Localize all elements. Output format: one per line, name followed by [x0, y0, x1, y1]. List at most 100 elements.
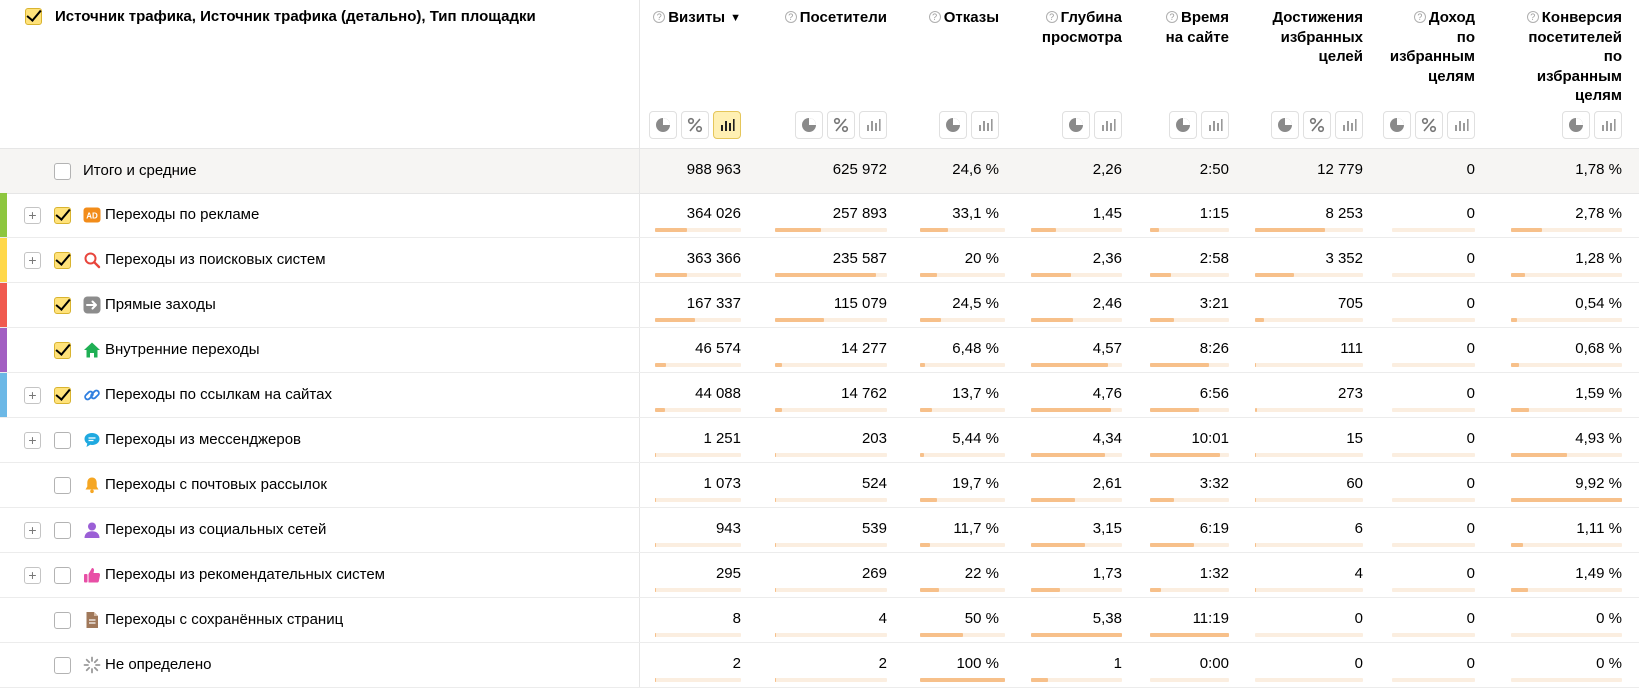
pie-view-button[interactable]: [1169, 111, 1197, 139]
row-checkbox[interactable]: [54, 297, 71, 314]
row-label[interactable]: Переходы с сохранённых страниц: [105, 611, 343, 628]
metric-title[interactable]: Достижения избранных целей: [1272, 8, 1363, 67]
help-icon[interactable]: ?: [784, 11, 797, 23]
dimension-title[interactable]: Источник трафика, Источник трафика (дета…: [55, 8, 536, 25]
row-label-cell: Внутренние переходы: [0, 328, 640, 372]
row-checkbox[interactable]: [54, 657, 71, 674]
metric-title[interactable]: ? Время на сайте: [1166, 8, 1229, 47]
metric-value: 0: [1466, 161, 1475, 178]
value-bar: [1150, 543, 1229, 547]
table-row[interactable]: + Переходы из рекомендательных систем 295 2…: [0, 553, 1639, 598]
row-checkbox[interactable]: [54, 387, 71, 404]
bar-chart-icon: [1453, 117, 1469, 133]
table-row[interactable]: Внутренние переходы 46 574 14 277 6,48 % 4,5…: [0, 328, 1639, 373]
metric-title[interactable]: ? Визиты ▼: [653, 8, 741, 29]
metric-header[interactable]: ? Время на сайте: [1135, 0, 1229, 149]
pie-view-button[interactable]: [649, 111, 677, 139]
expand-button[interactable]: +: [24, 252, 41, 269]
help-icon[interactable]: ?: [1413, 11, 1426, 23]
table-row[interactable]: Переходы с почтовых рассылок 1 073 524 19,7…: [0, 463, 1639, 508]
row-label[interactable]: Переходы из поисковых систем: [105, 251, 326, 268]
bar-view-button[interactable]: [971, 111, 999, 139]
row-label[interactable]: Переходы по ссылкам на сайтах: [105, 386, 332, 403]
row-label[interactable]: Переходы из рекомендательных систем: [105, 566, 385, 583]
expand-button[interactable]: +: [24, 387, 41, 404]
expand-button[interactable]: +: [24, 522, 41, 539]
table-row[interactable]: Переходы с сохранённых страниц 8 4 50 % 5,38…: [0, 598, 1639, 643]
bar-chart-icon: [977, 117, 993, 133]
pie-view-button[interactable]: [1271, 111, 1299, 139]
help-icon[interactable]: ?: [1045, 11, 1058, 23]
row-checkbox[interactable]: [54, 612, 71, 629]
metric-value: 9,92 %: [1575, 475, 1622, 492]
help-icon[interactable]: ?: [1526, 11, 1539, 23]
table-row[interactable]: + AD Переходы по рекламе 364 026 257 893 33,1…: [0, 193, 1639, 238]
metric-title[interactable]: ? Отказы: [928, 8, 999, 28]
row-label[interactable]: Переходы по рекламе: [105, 206, 259, 223]
table-row[interactable]: + Переходы из социальных сетей 943 539 11,7 …: [0, 508, 1639, 553]
metric-header[interactable]: ? Отказы: [900, 0, 999, 149]
sort-desc-icon[interactable]: ▼: [730, 12, 741, 24]
row-checkbox[interactable]: [54, 522, 71, 539]
bar-view-button[interactable]: [1594, 111, 1622, 139]
table-row[interactable]: + Переходы по ссылкам на сайтах 44 088 14 7…: [0, 373, 1639, 418]
row-label[interactable]: Переходы с почтовых рассылок: [105, 476, 327, 493]
pie-view-button[interactable]: [939, 111, 967, 139]
value-bar: [1255, 543, 1363, 547]
value-bar: [1255, 588, 1363, 592]
row-label[interactable]: Прямые заходы: [105, 296, 216, 313]
percent-view-button[interactable]: [827, 111, 855, 139]
table-row[interactable]: + Переходы из мессенджеров 1 251 203 5,44 % 4…: [0, 418, 1639, 463]
totals-checkbox[interactable]: [54, 163, 71, 180]
metric-title[interactable]: ? Конверсия посетителей по избранным целям: [1526, 8, 1622, 106]
pie-view-button[interactable]: [1383, 111, 1411, 139]
row-label[interactable]: Внутренние переходы: [105, 341, 260, 358]
row-checkbox[interactable]: [54, 342, 71, 359]
bar-view-button[interactable]: [713, 111, 741, 139]
percent-view-button[interactable]: [1415, 111, 1443, 139]
pie-view-button[interactable]: [1562, 111, 1590, 139]
metric-title[interactable]: ? Посетители: [784, 8, 887, 28]
bar-view-button[interactable]: [1335, 111, 1363, 139]
help-icon[interactable]: ?: [928, 11, 941, 23]
value-bar: [1031, 408, 1122, 412]
metric-header[interactable]: Достижения избранных целей: [1242, 0, 1363, 149]
bell-icon: [82, 475, 102, 495]
row-label[interactable]: Переходы из мессенджеров: [105, 431, 301, 448]
row-checkbox[interactable]: [54, 252, 71, 269]
bar-view-button[interactable]: [1201, 111, 1229, 139]
bar-view-button[interactable]: [1094, 111, 1122, 139]
metric-value: 19,7 %: [952, 475, 999, 492]
table-row[interactable]: + Переходы из поисковых систем 363 366 235 …: [0, 238, 1639, 283]
metric-title[interactable]: ? Доход по избранным целям: [1390, 8, 1475, 86]
expand-button[interactable]: +: [24, 432, 41, 449]
help-icon[interactable]: ?: [1166, 11, 1178, 23]
expand-button[interactable]: +: [24, 567, 41, 584]
pie-chart-icon: [1389, 117, 1405, 133]
table-row[interactable]: Прямые заходы 167 337 115 079 24,5 % 2,46 3:2…: [0, 283, 1639, 328]
help-icon[interactable]: ?: [653, 11, 666, 23]
metric-header[interactable]: ? Глубина просмотра: [1012, 0, 1122, 149]
metric-title[interactable]: ? Глубина просмотра: [1042, 8, 1122, 47]
table-row[interactable]: Не определено 2 2 100 % 1 0:00 0 0 0 %: [0, 643, 1639, 688]
row-label[interactable]: Переходы из социальных сетей: [105, 521, 326, 538]
metric-header[interactable]: ? Конверсия посетителей по избранным целям: [1488, 0, 1622, 149]
percent-view-button[interactable]: [681, 111, 709, 139]
row-label[interactable]: Не определено: [105, 656, 211, 673]
row-checkbox[interactable]: [54, 477, 71, 494]
pie-view-button[interactable]: [1062, 111, 1090, 139]
row-checkbox[interactable]: [54, 432, 71, 449]
metric-header[interactable]: ? Доход по избранным целям: [1376, 0, 1475, 149]
bar-view-button[interactable]: [859, 111, 887, 139]
expand-button[interactable]: +: [24, 207, 41, 224]
row-checkbox[interactable]: [54, 207, 71, 224]
row-checkbox[interactable]: [54, 567, 71, 584]
metric-header[interactable]: ? Визиты ▼: [641, 0, 741, 149]
value-bar-fill: [775, 543, 776, 547]
metric-header[interactable]: ? Посетители: [756, 0, 887, 149]
series-color-stripe: [0, 193, 7, 237]
pie-view-button[interactable]: [795, 111, 823, 139]
select-all-checkbox[interactable]: [25, 8, 42, 25]
bar-view-button[interactable]: [1447, 111, 1475, 139]
percent-view-button[interactable]: [1303, 111, 1331, 139]
